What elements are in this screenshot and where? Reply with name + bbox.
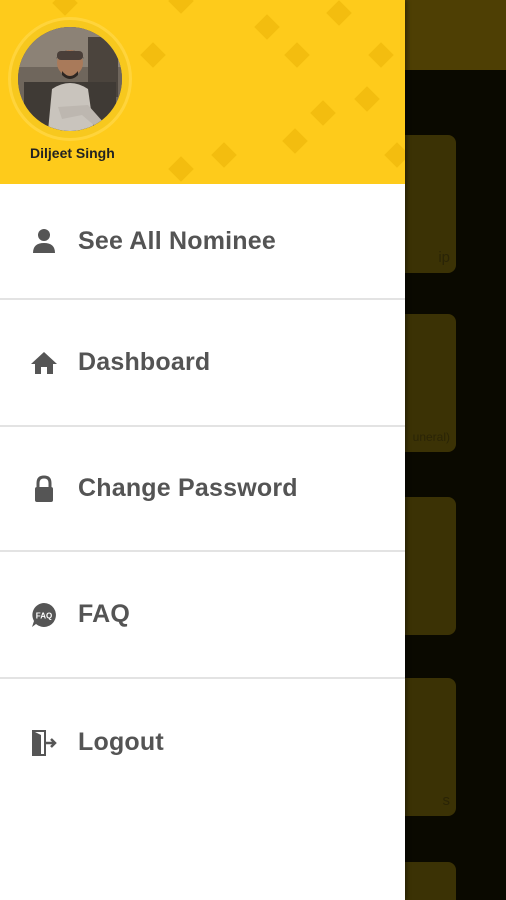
decor-diamond xyxy=(310,100,336,126)
decor-diamond xyxy=(284,42,310,68)
logout-icon xyxy=(30,729,58,757)
avatar[interactable] xyxy=(18,27,122,131)
background-card-text: uneral) xyxy=(412,430,450,444)
decor-diamond xyxy=(384,142,405,168)
background-card-text: s xyxy=(442,792,451,809)
menu-item-change-password[interactable]: Change Password xyxy=(0,427,405,552)
background-card-text: ip xyxy=(438,249,450,266)
home-icon xyxy=(30,349,58,377)
menu-label: FAQ xyxy=(78,600,130,628)
avatar-image xyxy=(18,27,122,131)
menu-label: Logout xyxy=(78,728,164,756)
menu-item-dashboard[interactable]: Dashboard xyxy=(0,300,405,427)
decor-diamond xyxy=(326,0,352,26)
decor-diamond xyxy=(52,0,78,16)
decor-diamond xyxy=(168,0,194,14)
faq-icon-text: FAQ xyxy=(36,611,52,620)
faq-icon: FAQ xyxy=(30,601,58,629)
person-icon xyxy=(30,227,58,255)
drawer-menu: See All Nominee Dashboard Change Passwor… xyxy=(0,184,405,806)
decor-diamond xyxy=(282,128,308,154)
lock-icon xyxy=(30,474,58,503)
avatar-ring[interactable] xyxy=(11,20,129,138)
decor-diamond xyxy=(354,86,380,112)
decor-diamond xyxy=(254,14,280,40)
menu-label: See All Nominee xyxy=(78,226,276,255)
menu-label: Change Password xyxy=(78,474,298,502)
menu-item-logout[interactable]: Logout xyxy=(0,679,405,806)
decor-diamond xyxy=(168,156,194,182)
menu-label: Dashboard xyxy=(78,348,211,376)
decor-diamond xyxy=(211,142,237,168)
menu-item-faq[interactable]: FAQ FAQ xyxy=(0,552,405,679)
navigation-drawer: Diljeet Singh See All Nominee Dashboard … xyxy=(0,0,405,900)
app-screen: ip uneral) s Diljeet Singh See All Nomin… xyxy=(0,0,506,900)
decor-diamond xyxy=(368,42,394,68)
user-name: Diljeet Singh xyxy=(30,145,115,161)
menu-item-see-all-nominee[interactable]: See All Nominee xyxy=(0,184,405,300)
drawer-header: Diljeet Singh xyxy=(0,0,405,184)
decor-diamond xyxy=(140,42,166,68)
